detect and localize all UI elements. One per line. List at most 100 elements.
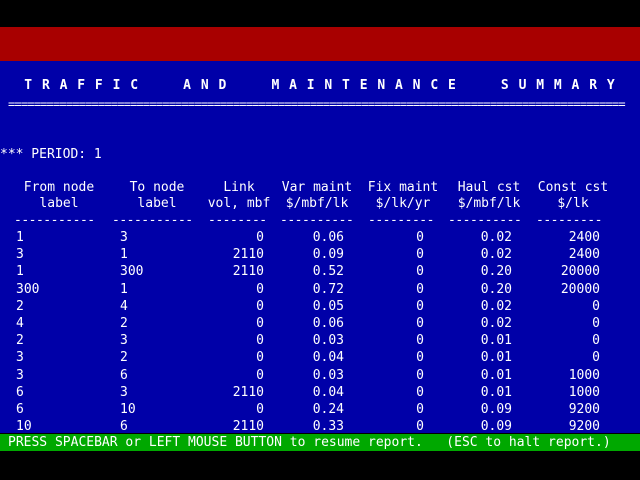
- cell-to-node: 4: [120, 298, 128, 314]
- col-separator: -----------: [112, 213, 193, 228]
- table-row: 2 4 0 0.05 0 0.02 0: [0, 298, 640, 315]
- cell-const-cost: 20000: [560, 264, 600, 280]
- col-separator: ---------: [368, 213, 434, 228]
- cell-link-vol: 2110: [232, 419, 264, 435]
- status-prompt: PRESS SPACEBAR or LEFT MOUSE BUTTON to r…: [8, 435, 611, 450]
- col-separator: --------: [208, 213, 267, 228]
- cell-to-node: 3: [120, 384, 128, 400]
- cell-fix-maint: 0: [416, 350, 424, 366]
- status-bar: PRESS SPACEBAR or LEFT MOUSE BUTTON to r…: [0, 434, 640, 451]
- table-row: 10 6 2110 0.33 0 0.09 9200: [0, 418, 640, 435]
- col-separator: ---------: [536, 213, 602, 228]
- cell-link-vol: 0: [256, 350, 264, 366]
- cell-haul-cost: 0.01: [480, 384, 512, 400]
- cell-fix-maint: 0: [416, 333, 424, 349]
- cell-from-node: 1: [16, 264, 24, 280]
- cell-fix-maint: 0: [416, 316, 424, 331]
- col-header-haul-cost: Haul cst $/mbf/lk: [457, 180, 521, 211]
- cell-haul-cost: 0.02: [480, 298, 512, 314]
- cell-const-cost: 0: [592, 298, 600, 314]
- table-row: 6 10 0 0.24 0 0.09 9200: [0, 401, 640, 418]
- cell-var-maint: 0.06: [312, 230, 344, 245]
- cell-link-vol: 0: [256, 333, 264, 349]
- cell-from-node: 2: [16, 298, 24, 314]
- cell-var-maint: 0.05: [312, 298, 344, 314]
- cell-to-node: 300: [120, 264, 144, 280]
- table-row: 3 1 2110 0.09 0 0.02 2400: [0, 246, 640, 263]
- cell-from-node: 3: [16, 350, 24, 366]
- cell-const-cost: 20000: [560, 281, 600, 297]
- cell-link-vol: 2110: [232, 247, 264, 263]
- cell-const-cost: 0: [592, 350, 600, 366]
- cell-var-maint: 0.04: [312, 350, 344, 366]
- cell-haul-cost: 0.20: [480, 281, 512, 297]
- cell-from-node: 10: [16, 419, 32, 435]
- col-header-to-node: To node label: [129, 180, 185, 211]
- cell-from-node: 6: [16, 384, 24, 400]
- cell-link-vol: 0: [256, 281, 264, 297]
- cell-var-maint: 0.06: [312, 316, 344, 331]
- cell-var-maint: 0.09: [312, 247, 344, 263]
- cell-link-vol: 0: [256, 298, 264, 314]
- col-separator: -----------: [14, 213, 95, 228]
- cell-from-node: 3: [16, 247, 24, 263]
- cell-const-cost: 1000: [568, 367, 600, 383]
- cell-fix-maint: 0: [416, 419, 424, 435]
- cell-haul-cost: 0.01: [480, 350, 512, 366]
- report-title: T R A F F I C A N D M A I N T E N A N C …: [24, 78, 616, 93]
- cell-from-node: 300: [16, 281, 40, 297]
- cell-haul-cost: 0.01: [480, 367, 512, 383]
- cell-var-maint: 0.04: [312, 384, 344, 400]
- cell-const-cost: 9200: [568, 402, 600, 417]
- cell-from-node: 6: [16, 402, 24, 417]
- cell-var-maint: 0.03: [312, 367, 344, 383]
- cell-var-maint: 0.03: [312, 333, 344, 349]
- table-row: 2 3 0 0.03 0 0.01 0: [0, 332, 640, 349]
- cell-from-node: 2: [16, 333, 24, 349]
- title-underline: ========================================…: [8, 97, 626, 111]
- cell-const-cost: 0: [592, 333, 600, 349]
- cell-fix-maint: 0: [416, 402, 424, 417]
- cell-from-node: 4: [16, 316, 24, 331]
- cell-const-cost: 2400: [568, 247, 600, 263]
- col-header-var-maint: Var maint $/mbf/lk: [281, 180, 353, 211]
- cell-link-vol: 0: [256, 402, 264, 417]
- cell-to-node: 2: [120, 316, 128, 331]
- col-separator: ----------: [448, 213, 522, 228]
- table-row: 4 2 0 0.06 0 0.02 0: [0, 315, 640, 332]
- cell-haul-cost: 0.02: [480, 230, 512, 245]
- cell-fix-maint: 0: [416, 281, 424, 297]
- period-label: *** PERIOD: 1: [0, 147, 102, 162]
- cell-fix-maint: 0: [416, 384, 424, 400]
- cell-const-cost: 1000: [568, 384, 600, 400]
- cell-to-node: 3: [120, 230, 128, 245]
- cell-to-node: 3: [120, 333, 128, 349]
- table-row: 6 3 2110 0.04 0 0.01 1000: [0, 384, 640, 401]
- cell-from-node: 3: [16, 367, 24, 383]
- cell-const-cost: 2400: [568, 230, 600, 245]
- col-header-from-node: From node label: [23, 180, 95, 211]
- cell-fix-maint: 0: [416, 367, 424, 383]
- cell-link-vol: 2110: [232, 384, 264, 400]
- table-row: 1 3 0 0.06 0 0.02 2400: [0, 229, 640, 246]
- cell-haul-cost: 0.20: [480, 264, 512, 280]
- cell-to-node: 2: [120, 350, 128, 366]
- cell-link-vol: 0: [256, 316, 264, 331]
- cell-to-node: 10: [120, 402, 136, 417]
- table-row: 300 1 0 0.72 0 0.20 20000: [0, 281, 640, 298]
- cell-fix-maint: 0: [416, 230, 424, 245]
- cell-link-vol: 2110: [232, 264, 264, 280]
- cell-link-vol: 0: [256, 367, 264, 383]
- col-header-const-cost: Const cst $/lk: [537, 180, 609, 211]
- cell-fix-maint: 0: [416, 298, 424, 314]
- cell-fix-maint: 0: [416, 247, 424, 263]
- dos-screen: T R A F F I C A N D M A I N T E N A N C …: [0, 0, 640, 480]
- cell-var-maint: 0.72: [312, 281, 344, 297]
- table-row: 3 6 0 0.03 0 0.01 1000: [0, 367, 640, 384]
- cell-link-vol: 0: [256, 230, 264, 245]
- cell-var-maint: 0.24: [312, 402, 344, 417]
- cell-haul-cost: 0.09: [480, 402, 512, 417]
- cell-fix-maint: 0: [416, 264, 424, 280]
- col-header-fix-maint: Fix maint $/lk/yr: [367, 180, 439, 211]
- cell-haul-cost: 0.02: [480, 316, 512, 331]
